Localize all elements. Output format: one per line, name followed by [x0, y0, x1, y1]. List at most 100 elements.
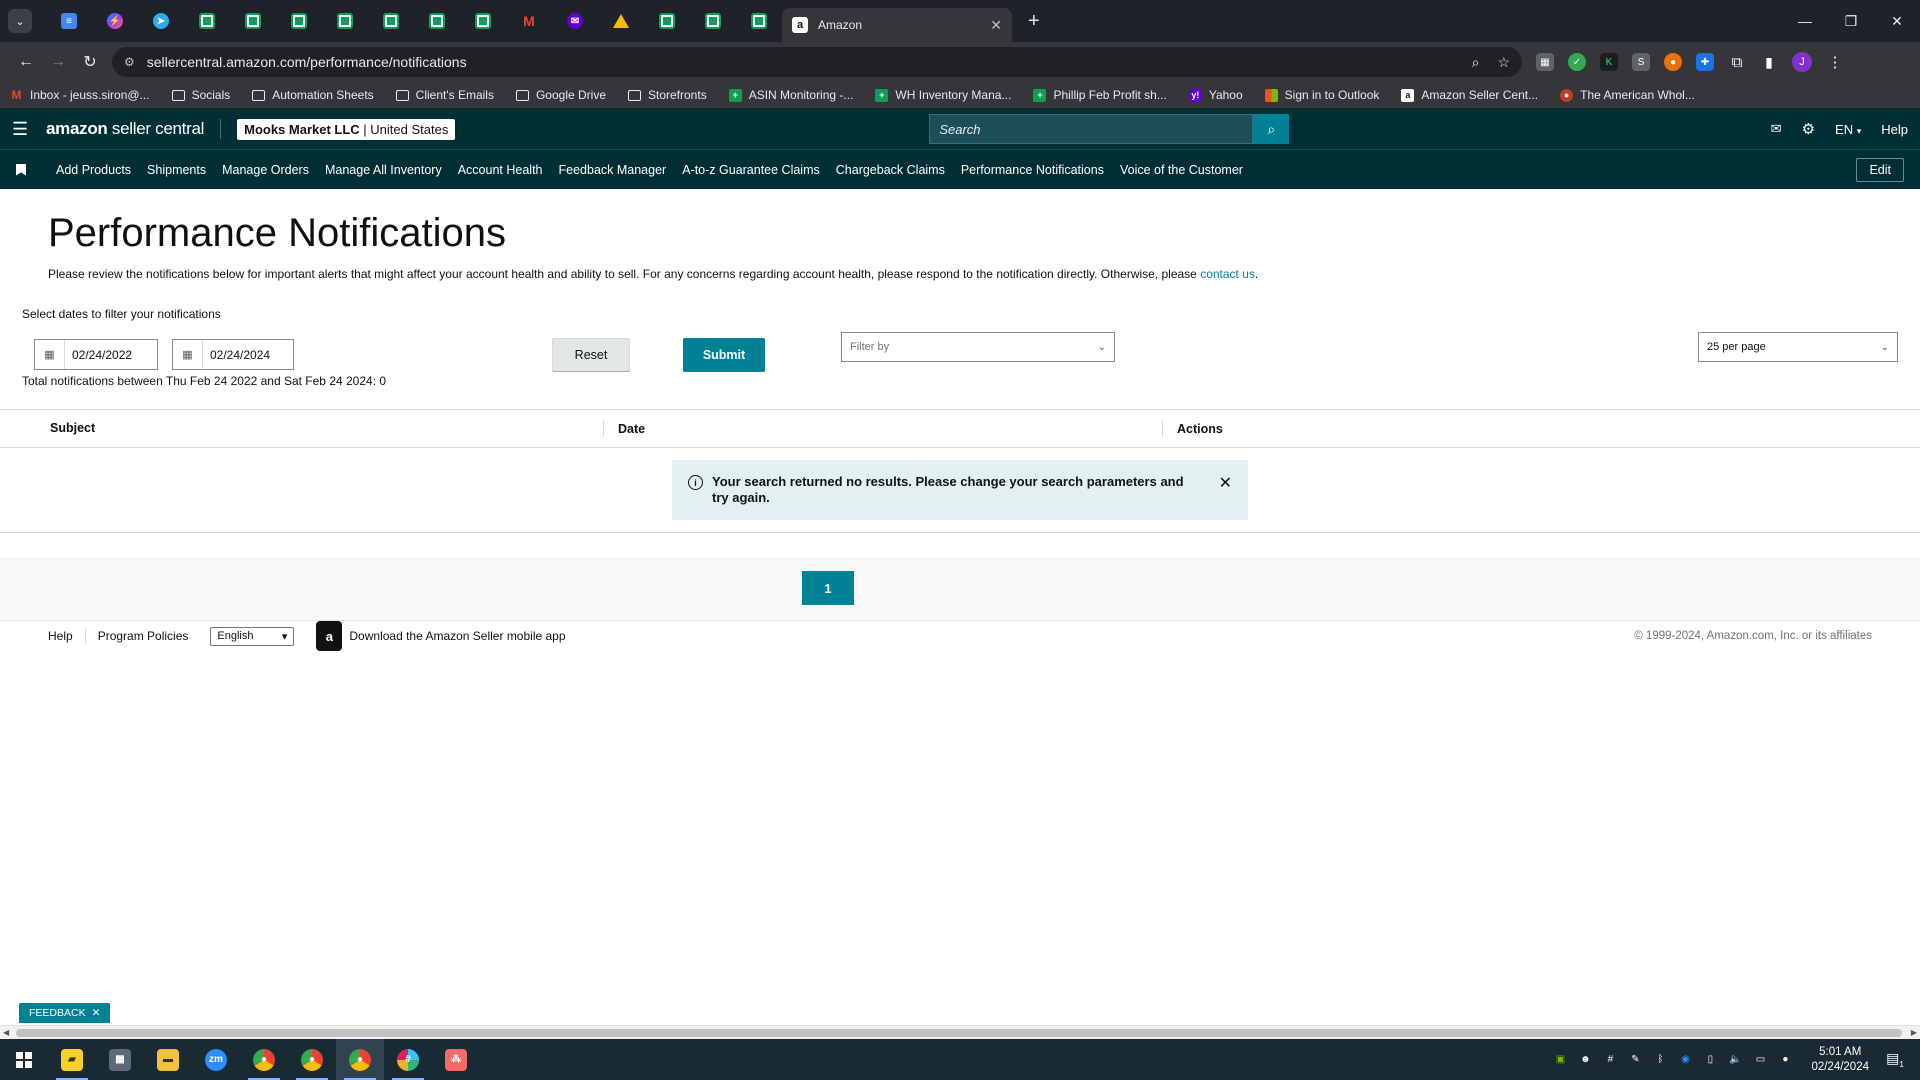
keepa-extension-icon[interactable]: K — [1600, 53, 1618, 71]
nvidia-icon[interactable]: ▣ — [1553, 1053, 1567, 1067]
pen-icon[interactable]: ✎ — [1628, 1053, 1642, 1067]
start-date-picker[interactable]: ▦ 02/24/2022 — [34, 339, 158, 370]
people-icon[interactable]: ☻ — [1578, 1053, 1592, 1067]
restore-icon[interactable]: ❐ — [1828, 13, 1874, 30]
bookmark-item[interactable]: ● The American Whol... — [1560, 88, 1695, 102]
bluetooth-icon[interactable]: ᛒ — [1653, 1053, 1667, 1067]
search-input[interactable]: Search — [929, 114, 1254, 144]
zoom-tray-icon[interactable]: ◉ — [1678, 1053, 1692, 1067]
nav-link-account-health[interactable]: Account Health — [458, 163, 543, 177]
back-icon[interactable]: ← — [10, 53, 42, 71]
profile-avatar[interactable]: J — [1792, 52, 1812, 72]
download-app-link[interactable]: a Download the Amazon Seller mobile app — [316, 621, 566, 651]
bookmark-folder[interactable]: Automation Sheets — [252, 88, 374, 102]
filter-by-dropdown[interactable]: Filter by ⌄ — [841, 332, 1115, 362]
pinned-tab-sheets-6[interactable] — [414, 0, 460, 42]
pinned-tab-telegram[interactable]: ➤ — [138, 0, 184, 42]
pinned-tab-sheets-1[interactable] — [184, 0, 230, 42]
tab-search-icon[interactable]: ⌄ — [8, 9, 32, 33]
close-window-icon[interactable]: ✕ — [1874, 13, 1920, 30]
column-header-subject[interactable]: Subject — [50, 421, 95, 435]
taskbar-clock[interactable]: 5:01 AM 02/24/2024 — [1811, 1045, 1869, 1075]
minimize-icon[interactable]: — — [1782, 13, 1828, 30]
close-icon[interactable]: ✕ — [1219, 473, 1232, 493]
pinned-tab-sheets-7[interactable] — [460, 0, 506, 42]
color-extension-icon[interactable]: ● — [1664, 53, 1682, 71]
scroll-left-icon[interactable]: ◀ — [3, 1026, 9, 1040]
bookmark-star-icon[interactable]: ☆ — [1497, 54, 1510, 71]
bookmark-folder[interactable]: Client's Emails — [395, 88, 494, 102]
pinned-tab-sheets-2[interactable] — [230, 0, 276, 42]
menu-dots-icon[interactable]: ⋮ — [1826, 53, 1844, 71]
calendar-icon[interactable]: ▦ — [173, 340, 203, 369]
nav-link-performance-notifications[interactable]: Performance Notifications — [961, 163, 1104, 177]
pinned-tab-sheets-9[interactable] — [690, 0, 736, 42]
horizontal-scrollbar[interactable]: ◀ ▶ — [0, 1025, 1920, 1039]
zoom-icon[interactable]: ⌕ — [1472, 54, 1480, 71]
feedback-tab[interactable]: FEEDBACK ✕ — [19, 1003, 111, 1023]
contact-us-link[interactable]: contact us — [1200, 267, 1255, 281]
shield-extension-icon[interactable]: ✓ — [1568, 53, 1586, 71]
nav-link-chargeback-claims[interactable]: Chargeback Claims — [836, 163, 945, 177]
taskbar-sticky-notes[interactable]: ▰ — [48, 1039, 96, 1080]
start-button[interactable] — [0, 1051, 48, 1068]
extensions-puzzle-icon[interactable]: ⧉ — [1728, 53, 1746, 71]
reload-icon[interactable]: ↻ — [74, 52, 106, 72]
nav-link-a-to-z-claims[interactable]: A-to-z Guarantee Claims — [682, 163, 820, 177]
blue-extension-icon[interactable]: ✚ — [1696, 53, 1714, 71]
site-info-icon[interactable]: ⚙ — [124, 55, 135, 69]
account-switcher[interactable]: Mooks Market LLC | United States — [237, 118, 456, 140]
pinned-tab-sheets-4[interactable] — [322, 0, 368, 42]
language-selector[interactable]: EN ▾ — [1835, 122, 1861, 137]
edit-bookmarks-button[interactable]: Edit — [1856, 157, 1904, 182]
pinned-tab-sheets-10[interactable] — [736, 0, 782, 42]
page-button-current[interactable]: 1 — [802, 571, 854, 605]
footer-program-policies-link[interactable]: Program Policies — [86, 629, 211, 643]
nav-link-shipments[interactable]: Shipments — [147, 163, 206, 177]
gear-icon[interactable]: ⚙ — [1802, 120, 1815, 138]
address-bar[interactable]: ⚙ sellercentral.amazon.com/performance/n… — [112, 47, 1522, 77]
nav-link-feedback-manager[interactable]: Feedback Manager — [559, 163, 667, 177]
taskbar-slack[interactable]: # — [384, 1039, 432, 1080]
qr-code-icon[interactable]: ▦ — [1536, 53, 1554, 71]
taskbar-asana[interactable]: ⁂ — [432, 1039, 480, 1080]
microphone-icon[interactable]: ● — [1778, 1053, 1792, 1067]
bookmark-item[interactable]: + Phillip Feb Profit sh... — [1033, 88, 1167, 102]
pinned-tab-sheets-8[interactable] — [644, 0, 690, 42]
bookmark-item[interactable]: y! Yahoo — [1188, 88, 1243, 102]
nav-link-manage-all-inventory[interactable]: Manage All Inventory — [325, 163, 442, 177]
taskbar-chrome-1[interactable]: ● — [240, 1039, 288, 1080]
footer-language-select[interactable]: English ▾ — [210, 626, 295, 646]
end-date-value[interactable]: 02/24/2024 — [203, 348, 270, 362]
mail-icon[interactable]: ✉ — [1771, 121, 1782, 137]
pinned-tab-messenger[interactable]: ⚡ — [92, 0, 138, 42]
network-icon[interactable]: ▭ — [1753, 1053, 1767, 1067]
hamburger-menu-icon[interactable]: ☰ — [12, 119, 46, 140]
seller-central-logo[interactable]: amazon seller central — [46, 119, 222, 139]
pinned-tab-gmail[interactable]: M — [506, 0, 552, 42]
bookmark-item[interactable]: a Amazon Seller Cent... — [1401, 88, 1538, 102]
column-header-date[interactable]: Date — [603, 421, 645, 437]
taskbar-chrome-3[interactable]: ● — [336, 1039, 384, 1080]
forward-icon[interactable]: → — [42, 53, 74, 71]
end-date-picker[interactable]: ▦ 02/24/2024 — [172, 339, 294, 370]
volume-icon[interactable]: 🔈 — [1728, 1053, 1742, 1067]
bookmark-item[interactable]: + ASIN Monitoring -... — [728, 88, 853, 102]
taskbar-calculator[interactable]: ▦ — [96, 1039, 144, 1080]
per-page-dropdown[interactable]: 25 per page ⌄ — [1698, 332, 1898, 362]
new-tab-icon[interactable]: + — [1028, 10, 1040, 33]
nav-link-manage-orders[interactable]: Manage Orders — [222, 163, 309, 177]
search-button[interactable]: ⌕ — [1253, 114, 1290, 144]
scrollbar-thumb[interactable] — [16, 1029, 1902, 1037]
taskbar-chrome-2[interactable]: ● — [288, 1039, 336, 1080]
taskbar-zoom[interactable]: zm — [192, 1039, 240, 1080]
calendar-icon[interactable]: ▦ — [35, 340, 65, 369]
help-link[interactable]: Help — [1881, 122, 1908, 137]
bookmark-folder[interactable]: Storefronts — [628, 88, 707, 102]
pinned-tab-drive[interactable] — [598, 0, 644, 42]
reset-button[interactable]: Reset — [552, 338, 630, 372]
close-tab-icon[interactable]: ✕ — [990, 17, 1002, 34]
slack-tray-icon[interactable]: # — [1603, 1053, 1617, 1067]
bookmark-item[interactable]: M Inbox - jeuss.siron@... — [10, 88, 150, 102]
bookmark-item[interactable]: Sign in to Outlook — [1264, 88, 1379, 102]
